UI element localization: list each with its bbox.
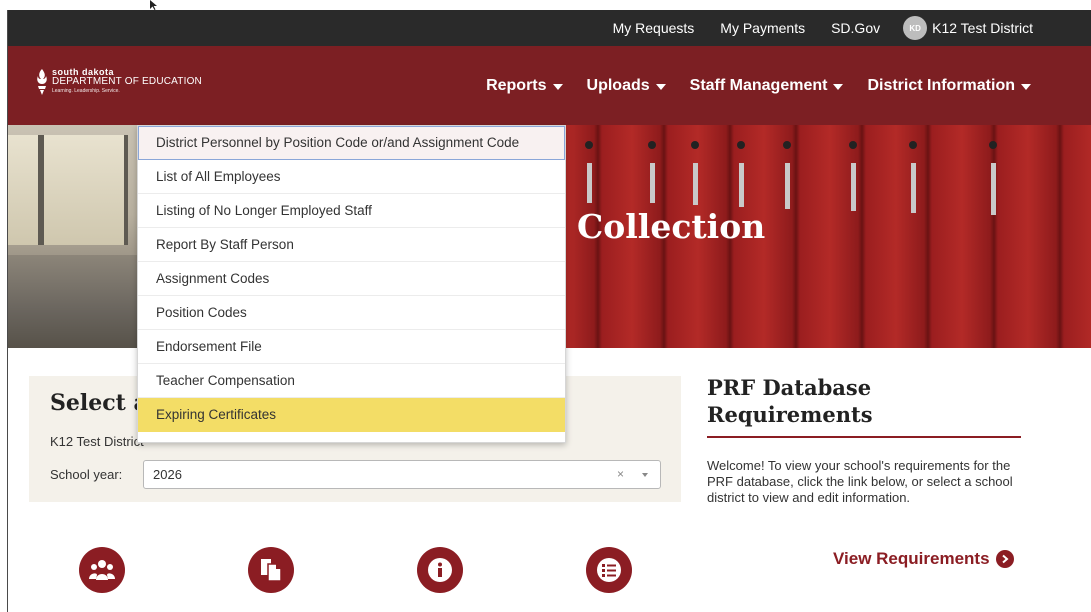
utility-links: My Requests My Payments SD.Gov KD K12 Te… xyxy=(600,10,1033,46)
info-icon[interactable] xyxy=(417,547,463,593)
school-year-label: School year: xyxy=(50,467,123,482)
prf-requirements-panel: PRF Database Requirements Welcome! To vi… xyxy=(707,374,1022,568)
main-nav-bar: south dakota DEPARTMENT OF EDUCATION Lea… xyxy=(8,46,1091,125)
nav-uploads-label: Uploads xyxy=(586,76,650,94)
menu-item-report-by-staff-person[interactable]: Report By Staff Person xyxy=(138,228,565,262)
menu-item-list-of-all-employees[interactable]: List of All Employees xyxy=(138,160,565,194)
list-icon-glyph xyxy=(597,558,621,582)
district-name: K12 Test District xyxy=(50,434,144,449)
select-panel-title: Select a xyxy=(50,390,148,416)
menu-item-expiring-certificates[interactable]: Expiring Certificates xyxy=(138,398,565,432)
nav-district-information-label: District Information xyxy=(867,76,1015,94)
logo-tagline: Learning. Leadership. Service. xyxy=(52,88,120,94)
list-icon[interactable] xyxy=(586,547,632,593)
nav-staff-management[interactable]: Staff Management xyxy=(690,77,844,95)
hero-title: Collection xyxy=(577,207,766,246)
caret-down-icon xyxy=(833,83,844,90)
nav-staff-management-label: Staff Management xyxy=(689,76,828,94)
nav-reports-label: Reports xyxy=(486,76,547,94)
menu-item-assignment-codes[interactable]: Assignment Codes xyxy=(138,262,565,296)
nav-reports[interactable]: Reports xyxy=(486,76,563,95)
my-requests-link[interactable]: My Requests xyxy=(600,20,708,36)
nav-district-information[interactable]: District Information xyxy=(867,77,1031,95)
locker-handle-icon xyxy=(909,141,917,213)
view-requirements-label: View Requirements xyxy=(833,549,990,568)
caret-down-icon xyxy=(552,83,563,90)
menu-item-position-codes[interactable]: Position Codes xyxy=(138,296,565,330)
chevron-down-icon[interactable] xyxy=(642,473,648,477)
users-icon-glyph xyxy=(89,560,115,580)
nav-uploads[interactable]: Uploads xyxy=(587,77,666,95)
clear-icon[interactable]: × xyxy=(617,467,624,481)
sd-gov-link[interactable]: SD.Gov xyxy=(818,20,893,36)
documents-icon[interactable] xyxy=(248,547,294,593)
hallway-door xyxy=(8,135,128,245)
locker-handle-icon xyxy=(989,141,997,215)
school-year-value: 2026 xyxy=(153,467,182,482)
flame-logo-icon xyxy=(37,69,47,95)
prf-title: PRF Database Requirements xyxy=(707,375,873,427)
window-top-strip xyxy=(0,0,1091,10)
prf-divider xyxy=(707,436,1021,438)
utility-bar: My Requests My Payments SD.Gov KD K12 Te… xyxy=(8,10,1091,46)
documents-icon-glyph xyxy=(261,559,282,582)
my-payments-link[interactable]: My Payments xyxy=(707,20,818,36)
avatar: KD xyxy=(903,16,928,40)
reports-dropdown-menu: District Personnel by Position Code or/a… xyxy=(137,125,566,443)
logo-department-name: DEPARTMENT OF EDUCATION xyxy=(52,76,202,87)
sd-doe-logo[interactable]: south dakota DEPARTMENT OF EDUCATION Lea… xyxy=(36,68,202,96)
locker-handle-icon xyxy=(783,141,791,209)
info-icon-glyph xyxy=(428,558,452,582)
user-name: K12 Test District xyxy=(932,20,1033,36)
menu-item-district-personnel[interactable]: District Personnel by Position Code or/a… xyxy=(138,126,565,160)
menu-item-teacher-compensation[interactable]: Teacher Compensation xyxy=(138,364,565,398)
user-menu[interactable]: KD K12 Test District xyxy=(893,16,1033,40)
window-left-edge xyxy=(0,10,8,612)
school-year-select[interactable]: 2026 × xyxy=(143,460,661,489)
main-nav: Reports Uploads Staff Management Distric… xyxy=(462,46,1031,125)
menu-item-endorsement-file[interactable]: Endorsement File xyxy=(138,330,565,364)
view-requirements-link[interactable]: View Requirements xyxy=(833,549,1014,569)
locker-handle-icon xyxy=(849,141,857,211)
users-icon[interactable] xyxy=(79,547,125,593)
arrow-right-circle-icon xyxy=(995,550,1014,568)
hallway-door-frame xyxy=(38,135,44,245)
caret-down-icon xyxy=(655,83,666,90)
logo-text: south dakota DEPARTMENT OF EDUCATION Lea… xyxy=(52,68,202,94)
mouse-cursor-icon xyxy=(150,0,157,10)
menu-item-no-longer-employed[interactable]: Listing of No Longer Employed Staff xyxy=(138,194,565,228)
prf-description: Welcome! To view your school's requireme… xyxy=(707,458,1013,505)
caret-down-icon xyxy=(1021,83,1031,90)
